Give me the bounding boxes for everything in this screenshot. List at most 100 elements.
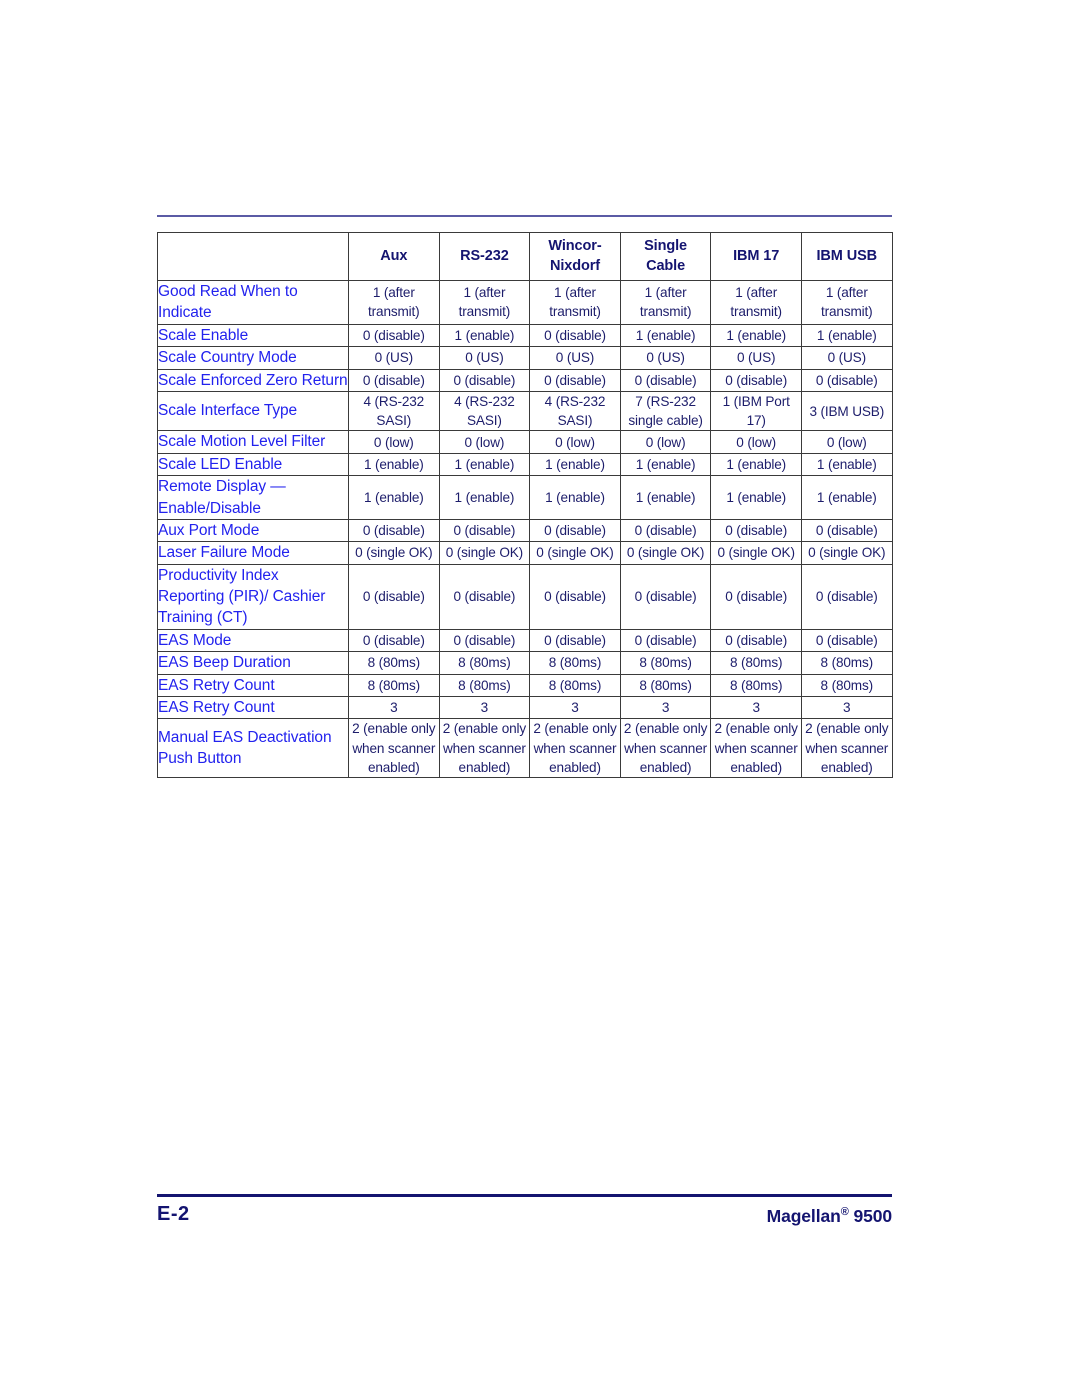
cell-ibm17: 1 (after transmit) <box>710 280 802 325</box>
cell-aux: 0 (disable) <box>348 563 440 630</box>
cell-ibm17: 8 (80ms) <box>710 673 802 697</box>
cell-ibm_usb: 3 <box>800 695 893 720</box>
table-row: Scale Enable 0 (disable) 1 (enable) 0 (disa… <box>157 323 893 348</box>
cell-rs232: 1 (after transmit) <box>438 280 531 325</box>
cell-rs232: 0 (disable) <box>438 628 531 653</box>
cell-ibm_usb: 0 (disable) <box>800 563 893 630</box>
cell-wincor: 8 (80ms) <box>529 673 621 697</box>
cell-rs232: 4 (RS-232 SASI) <box>438 390 531 432</box>
cell-rs232: 1 (enable) <box>438 323 531 348</box>
cell-ibm17: 1 (IBM Port 17) <box>710 390 802 432</box>
cell-ibm17: 1 (enable) <box>710 475 802 520</box>
cell-wincor: 1 (enable) <box>529 452 621 477</box>
cell-ibm17: 3 <box>710 695 802 720</box>
cell-single_cable: 0 (disable) <box>619 628 712 653</box>
cell-ibm_usb: 3 (IBM USB) <box>800 390 893 432</box>
table-row: EAS Mode 0 (disable) 0 (disable) 0 (disable… <box>157 628 893 653</box>
cell-aux: 0 (disable) <box>348 628 440 653</box>
cell-single_cable: 0 (disable) <box>619 368 712 392</box>
cell-ibm17: 1 (enable) <box>710 323 802 348</box>
cell-single_cable: 3 <box>619 695 712 720</box>
column-header-ibm_usb: IBM USB <box>800 232 893 281</box>
cell-ibm17: 1 (enable) <box>710 452 802 477</box>
column-header-single_cable: Single Cable <box>619 232 712 281</box>
cell-wincor: 3 <box>529 695 621 720</box>
row-label: Scale Enforced Zero Return <box>157 368 349 392</box>
cell-wincor: 0 (low) <box>529 430 621 454</box>
table-row: Manual EAS Deactivation Push Button 2 (en… <box>157 718 893 779</box>
cell-aux: 2 (enable only when scanner enabled) <box>348 718 440 779</box>
cell-ibm17: 0 (US) <box>710 346 802 370</box>
cell-rs232: 0 (disable) <box>438 563 531 630</box>
cell-aux: 1 (enable) <box>348 475 440 520</box>
cell-rs232: 8 (80ms) <box>438 651 531 675</box>
cell-ibm_usb: 0 (US) <box>800 346 893 370</box>
cell-wincor: 2 (enable only when scanner enabled) <box>529 718 621 779</box>
cell-rs232: 1 (enable) <box>438 452 531 477</box>
cell-single_cable: 1 (after transmit) <box>619 280 712 325</box>
cell-aux: 4 (RS-232 SASI) <box>348 390 440 432</box>
cell-single_cable: 7 (RS-232 single cable) <box>619 390 712 432</box>
cell-wincor: 8 (80ms) <box>529 651 621 675</box>
cell-wincor: 0 (disable) <box>529 628 621 653</box>
row-label: Aux Port Mode <box>157 518 349 543</box>
row-label: Manual EAS Deactivation Push Button <box>157 718 349 779</box>
cell-aux: 1 (enable) <box>348 452 440 477</box>
cell-ibm17: 0 (disable) <box>710 628 802 653</box>
column-header-line: Cable <box>646 257 686 274</box>
cell-single_cable: 0 (disable) <box>619 563 712 630</box>
cell-ibm17: 0 (disable) <box>710 563 802 630</box>
cell-ibm_usb: 8 (80ms) <box>800 651 893 675</box>
cell-wincor: 0 (disable) <box>529 563 621 630</box>
cell-aux: 1 (after transmit) <box>348 280 440 325</box>
cell-rs232: 0 (single OK) <box>438 541 531 565</box>
cell-rs232: 1 (enable) <box>438 475 531 520</box>
cell-wincor: 0 (single OK) <box>529 541 621 565</box>
column-header-ibm17: IBM 17 <box>710 232 802 281</box>
column-header-wincor: Wincor- Nixdorf <box>529 232 621 281</box>
cell-ibm_usb: 0 (single OK) <box>800 541 893 565</box>
table-row: Scale Interface Type 4 (RS-232 SASI) 4 (RS… <box>157 390 893 432</box>
cell-single_cable: 8 (80ms) <box>619 651 712 675</box>
row-label: Scale LED Enable <box>157 452 349 477</box>
cell-single_cable: 2 (enable only when scanner enabled) <box>619 718 712 779</box>
cell-ibm_usb: 0 (disable) <box>800 628 893 653</box>
column-header-line: Nixdorf <box>549 257 601 274</box>
row-label: EAS Beep Duration <box>157 651 349 675</box>
cell-rs232: 0 (disable) <box>438 368 531 392</box>
cell-ibm17: 0 (disable) <box>710 368 802 392</box>
product-name: Magellan <box>766 1206 841 1226</box>
column-header-line: Single <box>644 238 688 255</box>
page-number: E-2 <box>157 1203 190 1225</box>
row-label: Remote Display — Enable/Disable <box>157 475 349 520</box>
cell-ibm_usb: 1 (enable) <box>800 452 893 477</box>
cell-aux: 3 <box>348 695 440 720</box>
row-label: Productivity Index Reporting (PIR)/ Cash… <box>157 563 349 630</box>
table-row: Scale Enforced Zero Return 0 (disable) 0 (… <box>157 368 893 392</box>
cell-aux: 8 (80ms) <box>348 673 440 697</box>
table-row: EAS Retry Count 8 (80ms) 8 (80ms) 8 (80ms) 8… <box>157 673 893 697</box>
row-label: Good Read When to Indicate <box>157 280 349 325</box>
cell-aux: 0 (low) <box>348 430 440 454</box>
row-label: Scale Country Mode <box>157 346 349 370</box>
row-label: Scale Interface Type <box>157 390 349 432</box>
cell-rs232: 0 (disable) <box>438 518 531 543</box>
cell-ibm17: 2 (enable only when scanner enabled) <box>710 718 802 779</box>
table-row: Good Read When to Indicate 1 (after trans… <box>157 280 893 325</box>
table-corner-cell <box>157 232 349 281</box>
cell-ibm_usb: 2 (enable only when scanner enabled) <box>800 718 893 779</box>
cell-aux: 0 (single OK) <box>348 541 440 565</box>
table-header-row: Aux RS-232 Wincor- Nixdorf Single Cable IBM 17… <box>157 232 893 281</box>
cell-ibm_usb: 1 (enable) <box>800 323 893 348</box>
row-label: Scale Motion Level Filter <box>157 430 349 454</box>
cell-wincor: 1 (after transmit) <box>529 280 621 325</box>
cell-rs232: 0 (low) <box>438 430 531 454</box>
column-header-rs232: RS-232 <box>438 232 531 281</box>
table-row: EAS Retry Count 3 3 3 3 3 3 <box>157 695 893 720</box>
cell-wincor: 0 (disable) <box>529 323 621 348</box>
cell-single_cable: 0 (disable) <box>619 518 712 543</box>
table-row: Aux Port Mode 0 (disable) 0 (disable) 0 (di… <box>157 518 893 543</box>
cell-aux: 0 (disable) <box>348 323 440 348</box>
table-row: EAS Beep Duration 8 (80ms) 8 (80ms) 8 (80ms… <box>157 651 893 675</box>
table-row: Scale Motion Level Filter 0 (low) 0 (low) 0… <box>157 430 893 454</box>
